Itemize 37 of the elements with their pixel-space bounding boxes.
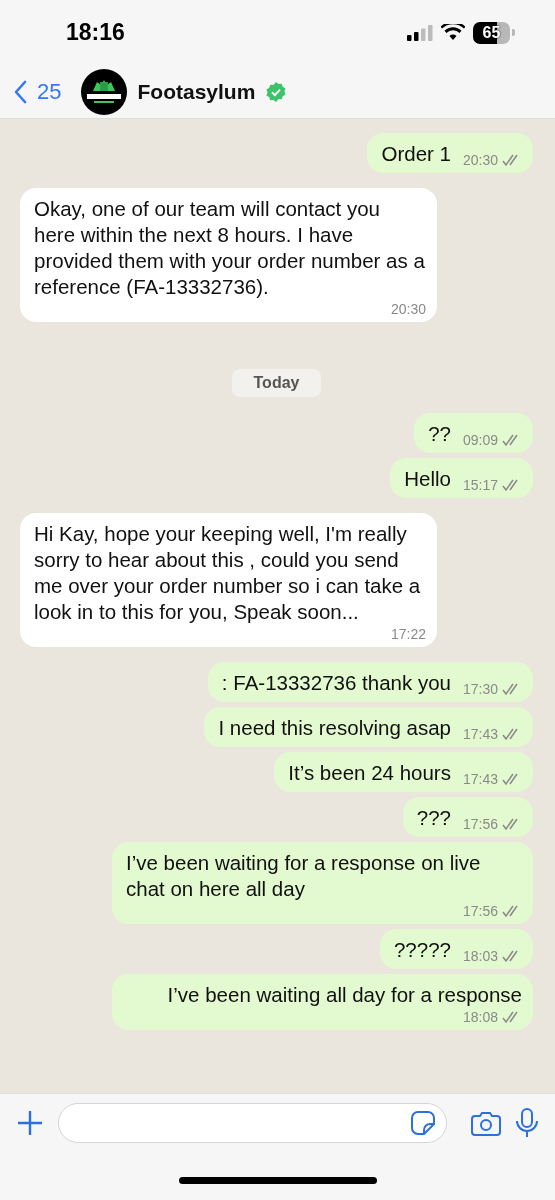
sticker-icon[interactable] — [410, 1110, 436, 1136]
message-time: 17:22 — [390, 625, 426, 643]
add-icon[interactable] — [16, 1109, 44, 1137]
message-text: : FA-13332736 thank you — [221, 670, 451, 696]
message-text: Okay, one of our team will contact you here within the next 8 hours. I have provided them with your order number as a reference (FA-13332736). — [34, 196, 426, 300]
message-time: 20:30 — [462, 151, 498, 169]
message-time: 18:03 — [462, 947, 498, 965]
message-time: 15:17 — [462, 476, 498, 494]
message-text: I’ve been waiting for a response on live chat on here all day — [126, 850, 482, 902]
message-time: 17:43 — [462, 770, 498, 788]
message-text: Order 1 — [381, 141, 451, 167]
message-text: ??? — [416, 805, 451, 831]
date-separator: Today — [231, 369, 322, 397]
message-text: ?? — [428, 421, 451, 447]
message-text: I’ve been waiting all day for a response — [167, 982, 522, 1008]
back-chevron-icon[interactable] — [14, 79, 27, 104]
signal-icon — [407, 24, 433, 41]
message-text: ????? — [393, 937, 451, 963]
microphone-icon[interactable] — [515, 1108, 539, 1138]
message-input-field[interactable] — [58, 1103, 447, 1143]
message-time: 17:30 — [462, 680, 498, 698]
message-text: Hello — [404, 466, 451, 492]
message-time: 17:56 — [462, 815, 498, 833]
status-time: 18:16 — [66, 19, 125, 46]
message-time: 17:56 — [462, 902, 498, 920]
contact-name[interactable]: Footasylum — [137, 79, 256, 104]
wifi-icon — [441, 24, 465, 41]
back-button[interactable]: 25 — [14, 78, 62, 105]
message-text: Hi Kay, hope your keeping well, I'm really sorry to hear about this , could you send me over your order number so i can take a look in to this for you, Speak soon... — [34, 521, 422, 625]
avatar-logo[interactable] — [81, 68, 128, 115]
message-time: 17:43 — [462, 725, 498, 743]
message-time: 20:30 — [390, 300, 426, 318]
message-time: 09:09 — [462, 431, 498, 449]
message-time: 18:08 — [462, 1008, 498, 1026]
camera-icon[interactable] — [471, 1110, 501, 1136]
message-text: It’s been 24 hours — [288, 760, 451, 786]
message-text: I need this resolving asap — [218, 715, 451, 741]
